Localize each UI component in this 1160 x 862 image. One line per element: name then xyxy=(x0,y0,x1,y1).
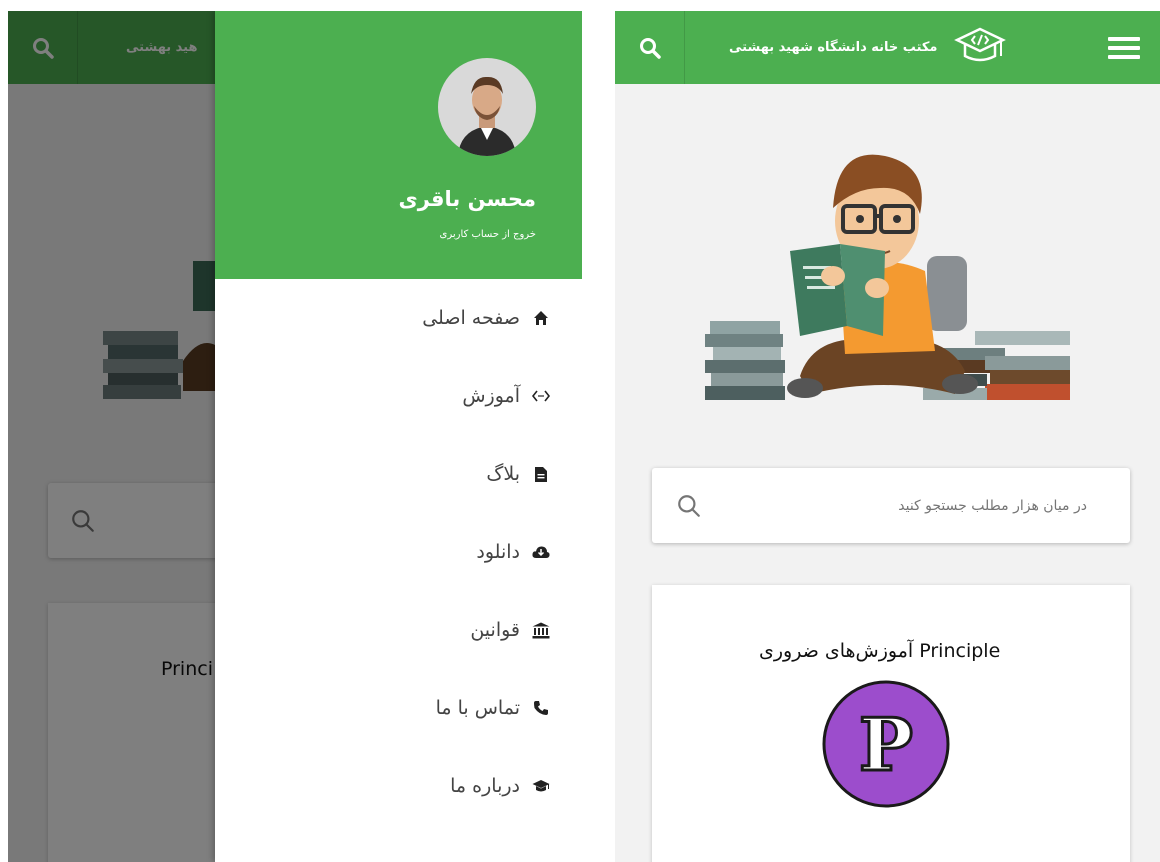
principle-logo: P xyxy=(822,680,950,808)
menu-item-label: دانلود xyxy=(476,541,520,563)
navigation-drawer: محسن باقری خروج از حساب کاربری صفحه اصلی… xyxy=(215,11,582,862)
menu-item-contact[interactable]: تماس با ما xyxy=(215,669,582,747)
cloud-download-icon xyxy=(532,543,550,561)
phone-screen-drawer-open: هید بهشتی ید Princi xyxy=(8,11,582,862)
code-icon xyxy=(532,387,550,405)
student-reading-illustration xyxy=(705,154,1070,400)
menu-item-label: درباره ما xyxy=(450,775,520,797)
search-button[interactable] xyxy=(615,11,685,84)
menu-item-label: قوانین xyxy=(470,619,520,641)
user-avatar xyxy=(438,58,536,156)
menu-button[interactable] xyxy=(1108,37,1140,59)
course-card[interactable]: آموزش‌های ضروری Principle P xyxy=(652,585,1130,862)
document-icon xyxy=(532,465,550,483)
top-app-bar: مکتب خانه دانشگاه شهید بهشتی xyxy=(615,11,1160,84)
menu-item-rules[interactable]: قوانین xyxy=(215,591,582,669)
menu-item-label: آموزش xyxy=(462,385,520,407)
menu-item-label: صفحه اصلی xyxy=(422,307,520,329)
menu-item-blog[interactable]: بلاگ xyxy=(215,435,582,513)
menu-item-about[interactable]: درباره ما xyxy=(215,747,582,825)
menu-item-download[interactable]: دانلود xyxy=(215,513,582,591)
course-card-title: آموزش‌های ضروری Principle xyxy=(759,640,1001,662)
principle-logo-letter: P xyxy=(859,702,913,787)
menu-item-home[interactable]: صفحه اصلی xyxy=(215,279,582,357)
menu-item-tutorials[interactable]: آموزش xyxy=(215,357,582,435)
app-title: مکتب خانه دانشگاه شهید بهشتی xyxy=(729,40,938,55)
graduation-logo-icon xyxy=(954,27,1006,62)
drawer-menu: صفحه اصلی آموزش بلاگ دانلود قوانین تماس … xyxy=(215,279,582,825)
bank-icon xyxy=(532,621,550,639)
hamburger-line xyxy=(1108,46,1140,50)
phone-icon xyxy=(532,699,550,717)
search-input[interactable] xyxy=(747,468,1087,543)
phone-screen-home: مکتب خانه دانشگاه شهید بهشتی در میان هزا… xyxy=(615,11,1160,862)
hamburger-icon xyxy=(1108,37,1140,41)
menu-item-label: تماس با ما xyxy=(435,697,520,719)
drawer-header: محسن باقری خروج از حساب کاربری xyxy=(215,11,582,279)
graduation-cap-icon xyxy=(532,777,550,795)
search-icon xyxy=(639,37,661,59)
search-box[interactable] xyxy=(652,468,1130,543)
logout-link[interactable]: خروج از حساب کاربری xyxy=(440,229,536,240)
hamburger-line xyxy=(1108,55,1140,59)
menu-item-label: بلاگ xyxy=(486,463,520,485)
home-icon xyxy=(532,309,550,327)
search-icon xyxy=(678,495,700,517)
user-name: محسن باقری xyxy=(398,187,536,211)
